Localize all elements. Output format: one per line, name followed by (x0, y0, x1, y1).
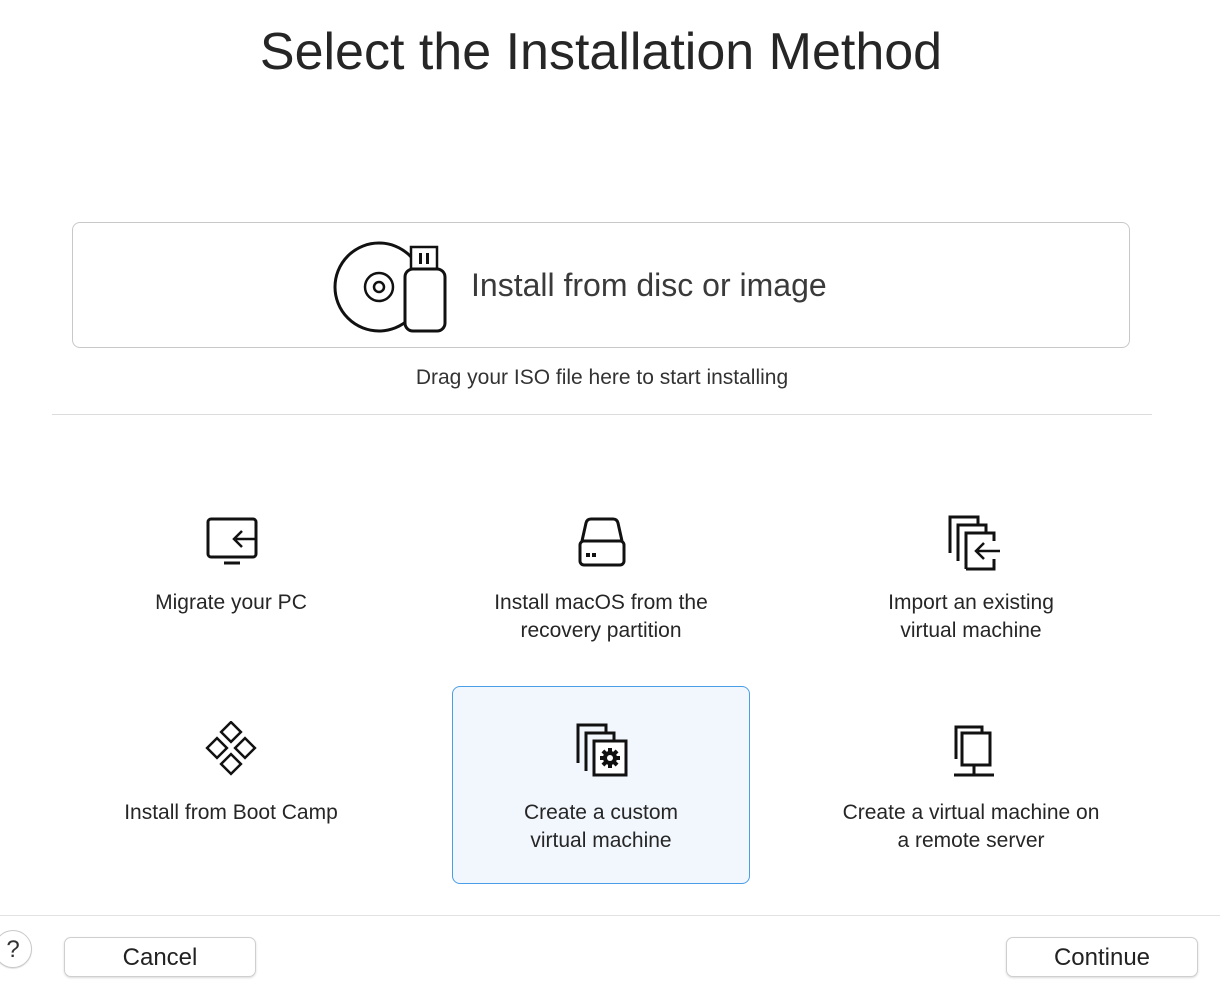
install-from-disc-drop-zone[interactable]: Install from disc or image (72, 222, 1130, 348)
option-boot-camp[interactable]: Install from Boot Camp (82, 686, 380, 884)
hard-drive-icon (572, 513, 632, 573)
drop-zone-hint: Drag your ISO file here to start install… (415, 366, 789, 389)
disc-usb-icon (331, 239, 451, 335)
boot-camp-icon (202, 721, 262, 781)
installation-method-dialog: Select the Installation Method Install f… (0, 0, 1220, 996)
help-button[interactable]: ? (0, 930, 32, 968)
drop-zone-label: Install from disc or image (471, 267, 827, 303)
option-label: Create a custom virtual machine (523, 801, 679, 852)
option-create-custom-vm[interactable]: Create a custom virtual machine (452, 686, 750, 884)
page-title: Select the Installation Method (259, 23, 943, 81)
import-vm-icon (942, 513, 1002, 573)
option-import-vm[interactable]: Import an existing virtual machine (822, 476, 1120, 674)
option-migrate-pc[interactable]: Migrate your PC (82, 476, 380, 674)
option-label: Import an existing virtual machine (888, 591, 1054, 642)
option-remote-server-vm[interactable]: Create a virtual machine on a remote ser… (822, 686, 1120, 884)
migrate-pc-icon (202, 513, 262, 573)
cancel-button[interactable]: Cancel (64, 937, 256, 977)
option-label: Install macOS from the recovery partitio… (494, 591, 708, 642)
option-install-macos-recovery[interactable]: Install macOS from the recovery partitio… (452, 476, 750, 674)
section-divider (52, 414, 1152, 415)
option-label: Install from Boot Camp (124, 801, 338, 824)
footer-divider (0, 915, 1220, 916)
custom-vm-gear-icon (572, 721, 632, 781)
continue-button[interactable]: Continue (1006, 937, 1198, 977)
option-label: Create a virtual machine on a remote ser… (842, 801, 1100, 852)
option-label: Migrate your PC (155, 591, 307, 614)
remote-server-icon (942, 723, 1002, 783)
